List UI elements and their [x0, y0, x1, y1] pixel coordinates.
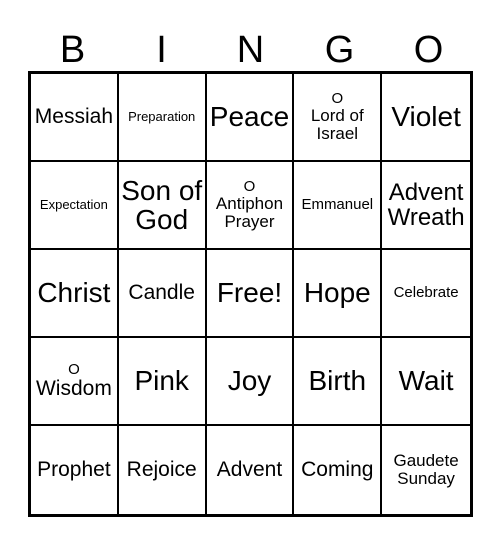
bingo-cell[interactable]: Prophet [31, 426, 119, 514]
bingo-cell[interactable]: Wait [382, 338, 470, 426]
bingo-cell-label: Free! [216, 277, 283, 309]
header-letter-i: I [156, 29, 167, 71]
bingo-cell-prefix: O [331, 89, 344, 107]
bingo-cell[interactable]: O Wisdom [31, 338, 119, 426]
bingo-cell-label: Birth [308, 365, 367, 397]
bingo-cell-prefix: O [243, 177, 256, 195]
bingo-cell-label: Advent Wreath [387, 178, 465, 231]
bingo-cell-prefix: O [68, 361, 80, 378]
bingo-cell[interactable]: Candle [118, 250, 207, 338]
bingo-cell[interactable]: Rejoice [118, 426, 207, 514]
bingo-grid: Messiah Preparation Peace O Lord of Israel Vi… [28, 71, 473, 517]
bingo-cell[interactable]: Preparation [118, 74, 207, 162]
bingo-cell-label: Wait [398, 365, 454, 397]
bingo-cell-label: Preparation [128, 108, 196, 124]
bingo-cell[interactable]: Hope [294, 250, 383, 338]
bingo-cell[interactable]: Pink [118, 338, 207, 426]
bingo-cell[interactable]: Joy [206, 338, 295, 426]
bingo-cell[interactable]: Gaudete Sunday [382, 426, 470, 514]
bingo-cell-label: Hope [303, 277, 371, 309]
bingo-cell-label: Violet [391, 101, 461, 133]
bingo-cell-label: Expectation [39, 196, 108, 212]
bingo-cell-label: Joy [227, 365, 272, 397]
bingo-cell-label: Celebrate [393, 283, 459, 301]
bingo-cell-label: Lord of Israel [310, 105, 364, 143]
bingo-cell-label: Gaudete Sunday [393, 450, 459, 488]
header-letter-n: N [236, 29, 265, 71]
bingo-cell[interactable]: Coming [294, 426, 383, 514]
bingo-cell-label: Rejoice [126, 457, 197, 481]
bingo-cell[interactable]: Celebrate [382, 250, 470, 338]
header-letter-g: G [324, 29, 355, 71]
bingo-cell[interactable]: Birth [294, 338, 383, 426]
bingo-cell[interactable]: Emmanuel [294, 162, 383, 250]
bingo-cell[interactable]: Son of God [118, 162, 207, 250]
bingo-cell-label: Christ [37, 277, 111, 309]
header-letter-b: B [59, 29, 86, 71]
bingo-cell[interactable]: O Antiphon Prayer [206, 162, 295, 250]
bingo-cell[interactable]: Advent [206, 426, 295, 514]
bingo-cell-label: Antiphon Prayer [215, 193, 284, 231]
bingo-cell-label: Candle [128, 280, 195, 304]
bingo-cell-label: Messiah [34, 104, 113, 128]
bingo-cell[interactable]: Peace [206, 74, 295, 162]
bingo-cell-label: Emmanuel [301, 195, 374, 213]
header-letter-o: O [413, 29, 444, 71]
bingo-header-row: B I N G O [28, 18, 473, 70]
bingo-card: B I N G O Messiah Preparation Peace O Lord o… [0, 0, 501, 544]
bingo-cell[interactable]: Messiah [31, 74, 119, 162]
bingo-cell[interactable]: Christ [31, 250, 119, 338]
bingo-cell[interactable]: Violet [382, 74, 470, 162]
bingo-cell-label: Wisdom [35, 376, 112, 400]
bingo-cell-label: Pink [134, 365, 189, 397]
bingo-cell-label: Prophet [37, 457, 111, 481]
bingo-cell[interactable]: O Lord of Israel [294, 74, 383, 162]
bingo-cell[interactable]: Free! [206, 250, 295, 338]
bingo-cell-label: Son of God [121, 174, 203, 235]
bingo-cell[interactable]: Advent Wreath [382, 162, 470, 250]
bingo-cell[interactable]: Expectation [31, 162, 119, 250]
bingo-cell-label: Advent [216, 457, 283, 481]
bingo-cell-label: Coming [301, 457, 374, 481]
bingo-cell-label: Peace [209, 101, 290, 133]
